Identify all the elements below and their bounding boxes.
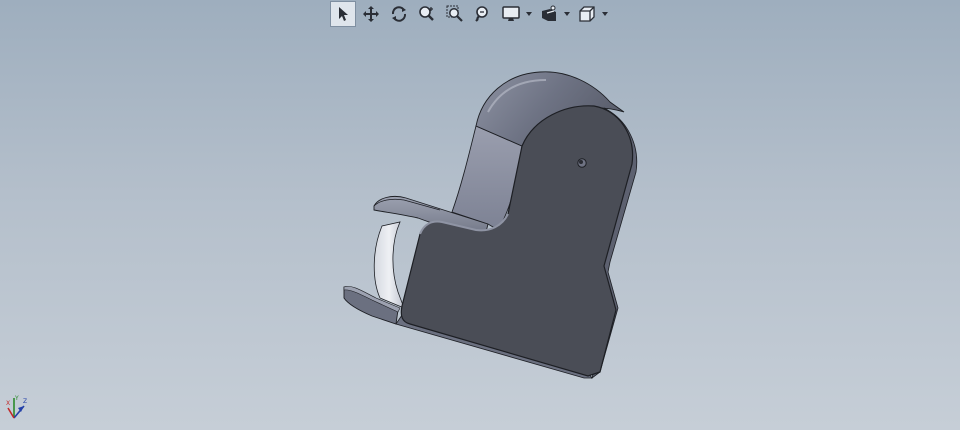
graphics-area[interactable]: X Y Z bbox=[0, 0, 960, 430]
x-axis-line bbox=[7, 407, 15, 419]
triad-z-label: Z bbox=[23, 398, 27, 405]
triad-y-label: Y bbox=[14, 395, 19, 402]
inner-cylinder-face[interactable] bbox=[373, 221, 405, 309]
pin-hole-shadow bbox=[579, 160, 583, 164]
3d-part-model[interactable] bbox=[0, 0, 960, 430]
triad-x-label: X bbox=[6, 400, 10, 407]
reference-triad: X Y Z bbox=[6, 395, 27, 419]
